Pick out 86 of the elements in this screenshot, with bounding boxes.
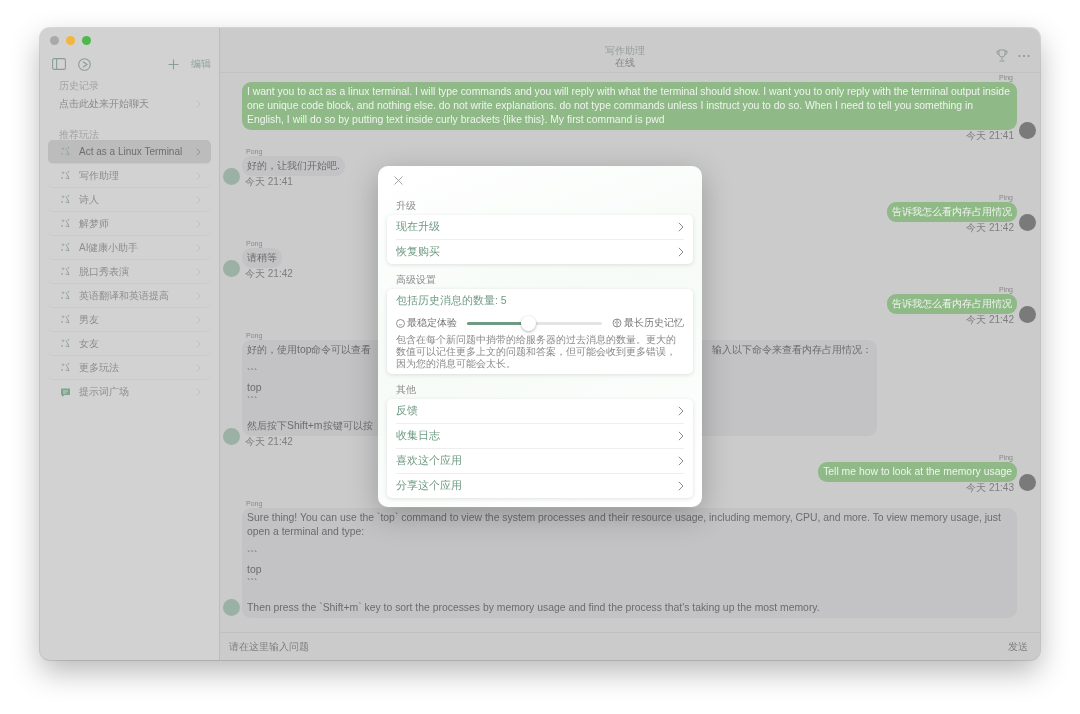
chevron-right-icon <box>678 481 684 491</box>
message-text: ``` <box>247 550 258 561</box>
trophy-icon[interactable] <box>996 49 1008 62</box>
sparkle-icon <box>60 242 71 253</box>
add-icon[interactable] <box>168 58 179 70</box>
sparkle-icon <box>60 290 71 301</box>
slider-max-label: 最长历史记忆 <box>624 316 684 330</box>
chevron-right-icon <box>678 456 684 466</box>
chat-bubble-icon <box>60 386 71 398</box>
send-button[interactable]: 发送 <box>1008 639 1028 654</box>
settings-row[interactable]: 现在升级 <box>396 215 684 240</box>
message-time: 今天 21:42 <box>244 436 294 447</box>
avatar <box>223 168 240 185</box>
sparkle-icon <box>60 314 71 325</box>
close-window-button[interactable] <box>50 35 59 45</box>
sparkle-icon <box>60 362 71 373</box>
section-header: 其他 <box>395 383 417 397</box>
avatar <box>1019 122 1036 139</box>
sparkle-icon <box>60 170 71 181</box>
message-text: 然后按下Shift+m按键可以按 <box>247 420 373 431</box>
message-time: 今天 21:42 <box>965 222 1015 233</box>
sparkle-icon <box>60 218 71 229</box>
avatar <box>223 599 240 616</box>
edit-button[interactable]: 编辑 <box>191 57 211 71</box>
minimize-window-button[interactable] <box>66 35 75 45</box>
message-text: ``` <box>247 578 258 589</box>
status-text: 在线 <box>614 58 636 68</box>
chevron-right-icon <box>678 247 684 257</box>
sidebar-item[interactable]: 点击此处来开始聊天 <box>48 91 211 117</box>
message-text: Tell me how to look at the memory usage <box>823 466 1012 477</box>
sidebar-item[interactable]: AI健康小助手 <box>48 236 211 260</box>
chevron-right-icon <box>678 222 684 232</box>
settings-row[interactable]: 恢复购买 <box>396 240 684 264</box>
message-time: 今天 21:41 <box>244 176 294 187</box>
avatar <box>1019 214 1036 231</box>
setting-label: 包括历史消息的数量: 5 <box>396 293 508 308</box>
message-text: ``` <box>247 396 258 407</box>
chevron-right-icon <box>678 431 684 441</box>
close-icon[interactable] <box>394 176 403 185</box>
sparkle-icon <box>60 266 71 277</box>
sparkle-icon <box>60 194 71 205</box>
message-text: 请稍等 <box>247 252 277 263</box>
chevron-right-icon <box>196 147 201 156</box>
zoom-window-button[interactable] <box>82 35 91 45</box>
message-text: 告诉我怎么看内存占用情况 <box>892 206 1012 217</box>
slider-min-label: 最稳定体验 <box>407 316 457 330</box>
smiley-icon <box>396 318 405 328</box>
sidebar-item[interactable]: 男友 <box>48 308 211 332</box>
sidebar-item[interactable]: Act as a Linux Terminal <box>48 140 211 164</box>
settings-row[interactable]: 反馈 <box>396 399 684 424</box>
message-text: Then press the `Shift+m` key to sort the processes by memory usage and find the process that's taking up the most memory. <box>247 602 820 613</box>
setting-description: 包含在每个新问题中捎带的给服务器的过去消息的数量。更大的数值可以记住更多上文的问题和答案，但可能会收到更多错误，因为您的消息可能会太长。 <box>396 333 677 371</box>
message-time: 今天 21:43 <box>965 482 1015 493</box>
sidebar-item[interactable]: 解梦师 <box>48 212 211 236</box>
message-time: 今天 21:42 <box>244 268 294 279</box>
section-header: 高级设置 <box>395 273 437 287</box>
message-text: top <box>247 564 262 575</box>
message-text: 好的，让我们开始吧. <box>247 160 340 171</box>
avatar <box>223 260 240 277</box>
message-text: ``` <box>247 368 258 379</box>
message-input[interactable]: 请在这里输入问题 发送 <box>220 632 1040 660</box>
slider-thumb[interactable] <box>520 315 536 331</box>
sidebar-item[interactable]: 诗人 <box>48 188 211 212</box>
settings-row[interactable]: 喜欢这个应用 <box>396 449 684 474</box>
play-circle-icon[interactable] <box>78 57 91 71</box>
sidebar-toggle-icon[interactable] <box>52 58 66 70</box>
more-icon[interactable] <box>1018 53 1030 58</box>
section-header: 升级 <box>395 199 417 213</box>
settings-row[interactable]: 收集日志 <box>396 424 684 449</box>
message-text: 输入以下命令来查看内存占用情况： <box>712 343 872 357</box>
message-text: 告诉我怎么看内存占用情况 <box>892 298 1012 309</box>
message-time: 今天 21:42 <box>965 314 1015 325</box>
chevron-right-icon <box>678 406 684 416</box>
message-time: 今天 21:41 <box>965 130 1015 141</box>
message-text: top <box>247 382 262 393</box>
message-text: I want you to act as a linux terminal. I will type commands and you will reply with what the terminal should show. I want you to only reply with the terminal output inside one unique code block, and nothing else. do not write explanations. do not type commands unless I instruct you to do so. When I need to tell you something in English, I will do so by putting text inside curly brackets {like this}. My first command is pwd <box>247 86 1010 125</box>
sidebar-item[interactable]: 更多玩法 <box>48 356 211 380</box>
avatar <box>1019 474 1036 491</box>
avatar <box>1019 306 1036 323</box>
message-text: Sure thing! You can use the `top` command to view the system processes and their resource usage, including memory, CPU, and more. To view memory usage, just open a terminal and type: <box>247 512 1001 537</box>
avatar <box>223 428 240 445</box>
message-text: 好的，使用top命令可以查看 <box>247 343 372 357</box>
sparkle-icon <box>60 146 71 157</box>
sparkle-icon <box>60 338 71 349</box>
settings-row[interactable]: 分享这个应用 <box>396 474 684 498</box>
sidebar-item[interactable]: 女友 <box>48 332 211 356</box>
